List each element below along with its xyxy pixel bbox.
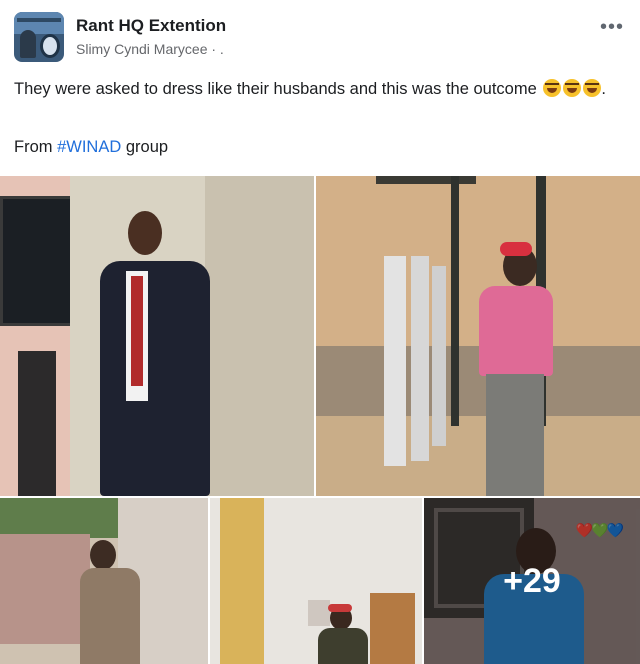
person-head (90, 540, 116, 570)
photo-3[interactable] (0, 498, 208, 664)
fence-wall (0, 534, 90, 644)
person-head (128, 211, 162, 255)
post-source-line: From #WINAD group (14, 138, 168, 157)
tower-leg (451, 176, 459, 426)
pink-shirt (479, 286, 553, 376)
gold-curtain (220, 498, 264, 664)
pipe (384, 256, 406, 466)
post-text: They were asked to dress like their husb… (14, 76, 620, 102)
tv-screen (0, 196, 80, 326)
author-name-link[interactable]: Slimy Cyndi Marycee · . (76, 41, 224, 57)
from-prefix: From (14, 138, 58, 156)
patterned-top (318, 628, 368, 664)
trousers (486, 374, 544, 496)
red-cap (328, 604, 352, 612)
laughing-emoji-icon (543, 79, 562, 97)
curtain-fold (205, 176, 314, 496)
trees (0, 498, 120, 538)
from-suffix: group (121, 138, 169, 156)
avatar-stripe (17, 18, 61, 22)
photo-4[interactable] (210, 498, 422, 664)
group-name-link[interactable]: Rant HQ Extention (76, 16, 226, 36)
avatar-figure (20, 30, 36, 58)
post-header: Rant HQ Extention Slimy Cyndi Marycee · … (14, 10, 626, 66)
door (370, 593, 415, 664)
facebook-post: Rant HQ Extention Slimy Cyndi Marycee · … (0, 0, 640, 664)
ground (316, 416, 640, 496)
wall (316, 176, 640, 356)
speaker (18, 351, 56, 496)
more-options-icon[interactable]: ••• (600, 17, 624, 37)
pipe (411, 256, 429, 461)
suit (100, 261, 210, 496)
caption-period: . (601, 80, 606, 98)
wall-shadow (316, 346, 640, 426)
hashtag-link[interactable]: #WINAD (57, 138, 121, 156)
laughing-emoji-icon (583, 79, 602, 97)
photo-1[interactable] (0, 176, 314, 496)
tie (131, 276, 143, 386)
avatar-badge (40, 34, 60, 58)
photo-5[interactable]: ❤️💚💙 +29 (424, 498, 640, 664)
wall-picture (308, 600, 330, 626)
laughing-emoji-icon (563, 79, 582, 97)
post-caption: They were asked to dress like their husb… (14, 80, 537, 98)
photo-2[interactable] (316, 176, 640, 496)
red-cap (500, 242, 532, 256)
avatar-background (14, 12, 64, 34)
pipe (432, 266, 446, 446)
kaftan (80, 568, 140, 664)
group-avatar[interactable] (14, 12, 64, 62)
more-photos-overlay[interactable]: +29 (424, 498, 640, 664)
tower-beam (376, 176, 476, 184)
